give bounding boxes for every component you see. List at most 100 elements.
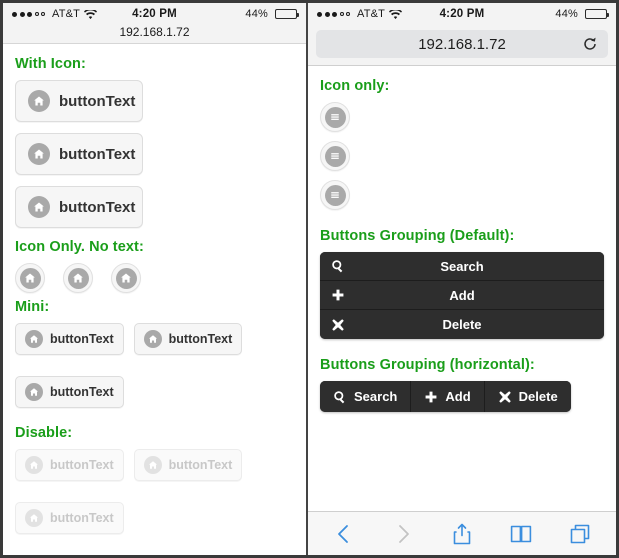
button-label: buttonText — [50, 385, 114, 399]
reload-icon[interactable] — [582, 36, 598, 52]
status-left-group: AT&T — [317, 8, 440, 20]
status-bar-right: AT&T 4:20 PM 44% — [308, 3, 616, 25]
bars-icon-button-3[interactable] — [320, 180, 350, 210]
bars-icon-button-2[interactable] — [320, 141, 350, 171]
icon-only-button-1[interactable] — [15, 263, 45, 293]
url-label-left: 192.168.1.72 — [3, 25, 306, 44]
share-icon[interactable] — [450, 522, 474, 546]
mini-button-2[interactable]: buttonText — [133, 323, 243, 355]
button-label: buttonText — [59, 198, 136, 216]
battery-percent-label: 44% — [245, 8, 268, 20]
battery-icon — [275, 9, 299, 19]
mini-button-row: buttonText buttonText buttonText — [15, 323, 294, 419]
button-with-icon-1[interactable]: buttonText — [15, 80, 143, 122]
search-icon — [331, 259, 345, 273]
button-label: buttonText — [50, 511, 114, 525]
home-icon — [25, 330, 43, 348]
mini-button-3[interactable]: buttonText — [15, 376, 124, 408]
clock-label: 4:20 PM — [132, 8, 177, 20]
with-icon-button-list: buttonText buttonText buttonText — [15, 80, 294, 228]
button-label: buttonText — [50, 332, 114, 346]
home-icon — [19, 267, 41, 289]
group-button-delete[interactable]: Delete — [320, 310, 604, 339]
disabled-button-row: buttonText buttonText buttonText — [15, 449, 294, 545]
tabs-icon[interactable] — [568, 522, 592, 546]
clock-label: 4:20 PM — [439, 8, 485, 20]
carrier-label: AT&T — [357, 8, 386, 20]
heading-buttons-grouping-horizontal: Buttons Grouping (horizontal): — [320, 357, 535, 373]
home-icon — [28, 143, 50, 165]
home-icon — [143, 456, 162, 474]
button-label: buttonText — [59, 145, 136, 163]
url-input[interactable]: 192.168.1.72 — [418, 36, 506, 53]
status-left-group: AT&T — [12, 8, 132, 20]
button-label: buttonText — [168, 458, 233, 472]
dual-screenshot-frame: AT&T 4:20 PM 44% 192.168.1.72 With Icon:… — [0, 0, 619, 558]
heading-mini: Mini: — [15, 299, 50, 315]
home-icon — [25, 456, 43, 474]
forward-icon — [391, 522, 415, 546]
safari-bottom-toolbar — [308, 511, 616, 555]
button-with-icon-3[interactable]: buttonText — [15, 186, 143, 228]
mini-button-1[interactable]: buttonText — [15, 323, 124, 355]
disabled-button-3: buttonText — [15, 502, 124, 534]
group-button-label: Search — [440, 258, 484, 274]
signal-strength-dots — [12, 11, 45, 17]
group-button-add[interactable]: Add — [320, 281, 604, 310]
bars-icon-button-stack — [320, 102, 604, 210]
button-with-icon-2[interactable]: buttonText — [15, 133, 143, 175]
group-button-label: Add — [445, 389, 471, 404]
button-label: buttonText — [59, 92, 136, 110]
heading-buttons-grouping-default: Buttons Grouping (Default): — [320, 228, 515, 244]
back-icon[interactable] — [332, 522, 356, 546]
bars-icon — [324, 106, 346, 128]
right-content: Icon only: Buttons Grouping (Default): S… — [308, 66, 616, 511]
bars-icon — [324, 145, 346, 167]
address-bar[interactable]: 192.168.1.72 — [316, 30, 608, 58]
disabled-button-1: buttonText — [15, 449, 124, 481]
signal-strength-dots — [317, 11, 350, 17]
group-button-label: Search — [354, 389, 398, 404]
bookmarks-icon[interactable] — [509, 522, 533, 546]
battery-icon — [585, 9, 609, 19]
status-bar-left: AT&T 4:20 PM 44% — [3, 3, 306, 25]
group-button-search[interactable]: Search — [320, 252, 604, 281]
home-icon — [143, 330, 162, 348]
heading-with-icon: With Icon: — [15, 56, 86, 72]
group-h-button-search[interactable]: Search — [320, 381, 412, 412]
right-phone-panel: AT&T 4:20 PM 44% 192.168.1.72 Icon only: — [308, 3, 616, 555]
home-icon — [115, 267, 137, 289]
group-button-label: Delete — [442, 317, 482, 332]
wifi-icon — [84, 8, 98, 21]
status-right-group: 44% — [177, 8, 299, 20]
icon-only-button-row — [15, 263, 294, 293]
bars-icon — [324, 184, 346, 206]
group-h-button-add[interactable]: Add — [411, 381, 485, 412]
home-icon — [25, 383, 43, 401]
search-icon — [333, 390, 347, 404]
plus-icon — [424, 390, 438, 404]
button-group-horizontal: Search Add Delete — [320, 381, 571, 412]
home-icon — [28, 196, 50, 218]
delete-icon — [498, 390, 512, 404]
wifi-icon — [389, 8, 403, 21]
icon-only-button-2[interactable] — [63, 263, 93, 293]
bars-icon-button-1[interactable] — [320, 102, 350, 132]
left-content: With Icon: buttonText buttonText buttonT… — [3, 44, 306, 545]
heading-icon-only: Icon only: — [320, 78, 390, 94]
carrier-label: AT&T — [52, 8, 81, 20]
icon-only-button-3[interactable] — [111, 263, 141, 293]
address-bar-container: 192.168.1.72 — [308, 25, 616, 66]
group-button-label: Delete — [518, 389, 558, 404]
button-group-default: Search Add Delete — [320, 252, 604, 339]
plus-icon — [331, 288, 345, 302]
home-icon — [28, 90, 50, 112]
disabled-button-2: buttonText — [133, 449, 243, 481]
group-button-label: Add — [449, 287, 475, 303]
heading-disable: Disable: — [15, 425, 73, 441]
home-icon — [67, 267, 89, 289]
delete-icon — [331, 318, 345, 332]
group-h-button-delete[interactable]: Delete — [484, 381, 571, 412]
button-label: buttonText — [168, 332, 233, 346]
left-phone-panel: AT&T 4:20 PM 44% 192.168.1.72 With Icon:… — [3, 3, 308, 555]
